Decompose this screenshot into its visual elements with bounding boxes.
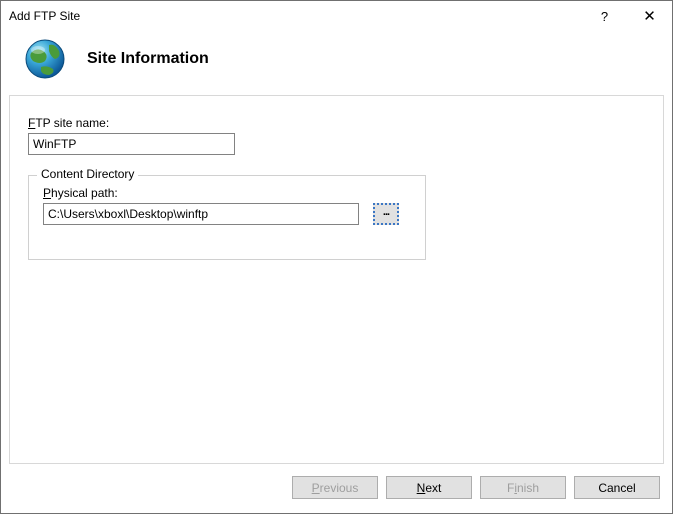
physical-path-row: ...: [43, 203, 411, 225]
content-directory-group: Content Directory Physical path: ...: [28, 175, 426, 260]
globe-icon: [23, 37, 67, 81]
physical-path-label: Physical path:: [43, 186, 411, 200]
site-name-label: FTP site name:: [28, 116, 645, 130]
site-name-input[interactable]: [28, 133, 235, 155]
titlebar: Add FTP Site ? ✕: [1, 1, 672, 31]
browse-button[interactable]: ...: [373, 203, 399, 225]
header: Site Information: [1, 31, 672, 95]
dialog-window: Add FTP Site ? ✕ Site Information FTP si…: [0, 0, 673, 514]
help-button[interactable]: ?: [582, 1, 627, 31]
titlebar-controls: ? ✕: [582, 1, 672, 31]
page-title: Site Information: [87, 50, 209, 68]
cancel-button[interactable]: Cancel: [574, 476, 660, 499]
next-button[interactable]: Next: [386, 476, 472, 499]
content-panel: FTP site name: Content Directory Physica…: [9, 95, 664, 464]
window-title: Add FTP Site: [9, 9, 582, 23]
content-directory-legend: Content Directory: [37, 167, 138, 181]
wizard-footer: Previous Next Finish Cancel: [1, 464, 672, 513]
previous-button: Previous: [292, 476, 378, 499]
finish-button: Finish: [480, 476, 566, 499]
close-button[interactable]: ✕: [627, 1, 672, 31]
physical-path-input[interactable]: [43, 203, 359, 225]
